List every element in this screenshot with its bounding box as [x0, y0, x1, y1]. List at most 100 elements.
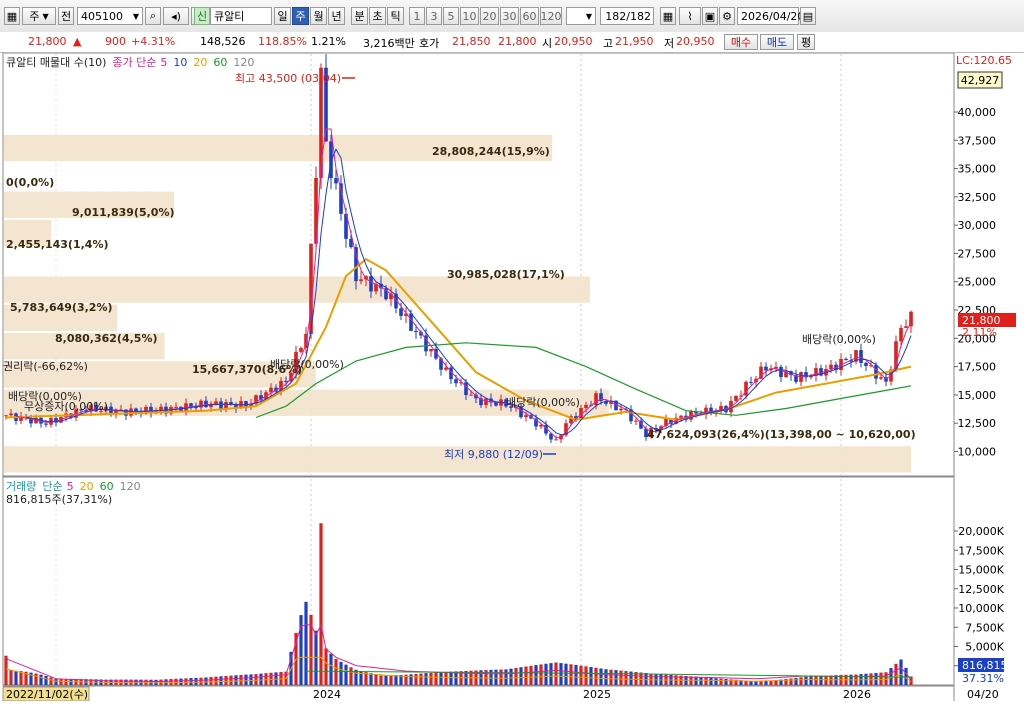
menu-icon[interactable]: ▦: [4, 7, 20, 25]
profile-band-label: 0(0,0%): [6, 176, 54, 189]
volume-bar: [59, 678, 63, 685]
volume-speaker-icon[interactable]: ◂): [163, 7, 189, 25]
chart-type-select[interactable]: ▼: [566, 7, 596, 25]
interval-120[interactable]: 120: [540, 7, 562, 25]
interval-5[interactable]: 5: [443, 7, 459, 25]
volume-bar: [424, 673, 428, 685]
buy-button[interactable]: 매수: [724, 34, 758, 50]
interval-1[interactable]: 1: [409, 7, 425, 25]
stock-name-field: 큐알티: [210, 7, 272, 25]
tab-minute[interactable]: 분: [351, 7, 368, 25]
volume-bar: [794, 677, 798, 685]
volume-bar: [814, 676, 818, 685]
volume-bar: [644, 672, 648, 685]
evaluate-button[interactable]: 평: [797, 34, 815, 50]
change-percent: +4.31%: [131, 35, 176, 48]
volume-bar: [354, 669, 358, 685]
volume-bar: [64, 678, 68, 685]
volume-bar: [39, 674, 43, 685]
candle-body: [269, 387, 273, 393]
vol-legend-ma60: 60: [100, 480, 114, 493]
candle-body: [359, 279, 363, 282]
volume-bar: [539, 664, 543, 685]
volume-bar: [389, 675, 393, 685]
tab-daily[interactable]: 일: [274, 7, 291, 25]
volume-bar: [229, 675, 233, 685]
x-axis-label: 2026: [843, 688, 871, 701]
volume-bar: [544, 663, 548, 685]
candle-body: [484, 398, 488, 406]
candle-body: [904, 326, 908, 328]
calendar-icon[interactable]: ▤: [800, 7, 816, 25]
chart-area[interactable]: 큐알티 매물대 수(10) 종가 단순 5 10 20 60 120 거래량 단순 5 20 60 1…: [0, 52, 1024, 702]
volume-bar: [249, 674, 253, 685]
count-input[interactable]: 182/182: [600, 7, 654, 25]
code-input[interactable]: 405100 ▼: [77, 7, 143, 25]
market-select[interactable]: 주 ▼: [22, 7, 56, 25]
volume-bar: [304, 601, 308, 685]
volume-bar: [724, 679, 728, 685]
tab-monthly[interactable]: 월: [310, 7, 327, 25]
volume-bar: [799, 677, 803, 685]
tab-yearly[interactable]: 년: [328, 7, 345, 25]
event-label: 배당락(0,00%): [506, 396, 580, 409]
date-input[interactable]: 2026/04/20: [737, 7, 804, 25]
volume-bar: [164, 679, 168, 685]
volume-bar: [594, 667, 598, 685]
price-tick-label: 35,000: [958, 163, 997, 176]
candle-body: [619, 408, 623, 411]
up-arrow-icon: ▲: [73, 35, 82, 48]
volume-tick-label: 5,000K: [965, 641, 1004, 654]
high-label: 고: [603, 37, 614, 50]
save-icon[interactable]: ▣: [702, 7, 718, 25]
volume-bar: [624, 671, 628, 685]
volume-bar: [174, 678, 178, 685]
open-price: 20,950: [554, 35, 593, 48]
interval-60[interactable]: 60: [520, 7, 539, 25]
current-volume-pct: 37.31%: [962, 672, 1004, 685]
interval-10[interactable]: 10: [460, 7, 479, 25]
candle-body: [594, 393, 598, 406]
volume-bar: [49, 677, 53, 685]
candle-body: [409, 313, 413, 331]
count-total: /182: [626, 9, 651, 23]
tab-tick[interactable]: 틱: [387, 7, 404, 25]
event-label: 배당락(0,00%): [802, 333, 876, 346]
volume-bar: [244, 674, 248, 685]
prev-button[interactable]: 전: [58, 7, 74, 25]
price-tick-label: 15,000: [958, 389, 997, 402]
candle-body: [4, 415, 8, 417]
search-icon[interactable]: ⌕: [145, 7, 161, 25]
candle-body: [219, 401, 223, 409]
volume-bar: [569, 664, 573, 685]
volume-bar: [599, 668, 603, 685]
volume-bar: [499, 669, 503, 685]
tab-second[interactable]: 초: [369, 7, 386, 25]
volume-bar: [649, 673, 653, 685]
interval-3[interactable]: 3: [426, 7, 442, 25]
svg-text:큐알티 매물대 수(10)종가 단순5102060120: 큐알티 매물대 수(10) 종가 단순 5 10 20 60 120: [6, 55, 254, 69]
volume-bar: [619, 670, 623, 685]
volume-bar: [764, 680, 768, 685]
vol-legend-ma20: 20: [80, 480, 94, 493]
line-tool-icon[interactable]: ⌇: [679, 7, 701, 25]
volume-bar: [184, 678, 188, 685]
volume-bar: [574, 664, 578, 685]
volume-tick-label: 15,000K: [958, 564, 1004, 577]
volume-bar: [434, 672, 438, 685]
event-label: 무상증자(0,00%): [24, 400, 108, 413]
interval-20[interactable]: 20: [480, 7, 499, 25]
sell-button[interactable]: 매도: [760, 34, 794, 50]
volume-bar: [614, 670, 618, 685]
volume-bar: [209, 677, 213, 685]
price-tick-label: 17,500: [958, 361, 997, 374]
candle-body: [44, 423, 48, 425]
volume-bar: [264, 673, 268, 685]
grid-icon[interactable]: ▦: [660, 7, 676, 25]
gear-icon[interactable]: ⚙: [719, 7, 735, 25]
tab-weekly[interactable]: 주: [292, 7, 309, 25]
volume-bar: [224, 675, 228, 685]
interval-30[interactable]: 30: [500, 7, 519, 25]
volume-bar: [319, 523, 323, 685]
cursor-date-label: 04/20: [967, 688, 999, 701]
